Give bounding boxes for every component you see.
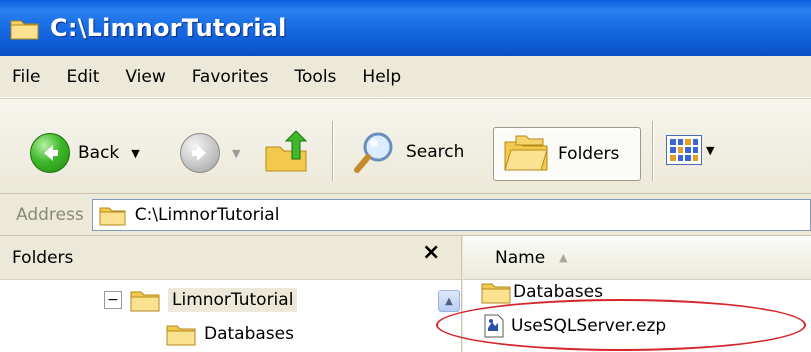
menu-tools[interactable]: Tools [295,67,337,87]
window-title: C:\LimnorTutorial [50,14,287,42]
tree-item-limnortutorial[interactable]: − LimnorTutorial [104,288,298,312]
folder-up-icon[interactable] [262,129,314,175]
search-button[interactable]: Search [352,129,464,175]
back-arrow-icon [30,133,70,173]
folder-icon [481,283,511,304]
collapse-icon[interactable]: − [104,291,122,309]
folders-label: Folders [558,144,620,164]
folders-icon [504,135,548,171]
search-magnifier-icon [354,132,393,173]
close-icon[interactable]: × [422,240,440,265]
forward-arrow-icon [180,133,220,173]
sort-ascending-icon: ▲ [559,251,568,264]
folders-pane-header: Folders × [0,236,461,280]
scroll-up-icon[interactable]: ▲ [438,290,460,312]
back-button[interactable]: Back ▼ [30,133,140,173]
address-input[interactable]: C:\LimnorTutorial [91,198,811,231]
back-dropdown-icon[interactable]: ▼ [131,147,139,160]
views-button[interactable]: ▼ [666,135,714,165]
address-label: Address [16,204,84,225]
menu-favorites[interactable]: Favorites [192,67,269,87]
folder-icon [166,325,196,346]
folder-icon [10,20,39,40]
folder-icon [99,207,126,225]
column-header-name[interactable]: Name ▲ [463,236,811,280]
menu-edit[interactable]: Edit [66,67,99,87]
menu-help[interactable]: Help [362,67,401,87]
tree-item-label: LimnorTutorial [168,288,298,312]
folders-pane-title: Folders [12,247,74,268]
views-icon [666,135,702,165]
highlight-ellipse [436,299,806,351]
folders-pane: Folders × − LimnorTutorial Databases ▲ [0,236,462,352]
menu-view[interactable]: View [125,67,165,87]
toolbar-separator [332,121,334,181]
menu-file[interactable]: File [12,67,40,87]
folder-icon [130,291,160,312]
forward-button[interactable]: ▼ [180,133,240,173]
window-titlebar[interactable]: C:\LimnorTutorial [0,0,811,56]
tree-item-databases[interactable]: Databases [166,322,294,346]
column-header-label: Name [495,247,546,268]
back-label: Back [78,143,120,163]
toolbar-separator [652,121,654,181]
address-value: C:\LimnorTutorial [134,204,280,225]
search-label: Search [406,142,465,162]
menu-bar: File Edit View Favorites Tools Help [0,56,811,98]
folders-button[interactable]: Folders [493,127,641,181]
forward-dropdown-icon[interactable]: ▼ [232,147,240,160]
views-dropdown-icon[interactable]: ▼ [706,144,714,157]
address-bar: Address C:\LimnorTutorial [0,194,811,236]
toolbar: Back ▼ ▼ Search Folders ▼ [0,98,811,194]
tree-item-label: Databases [204,324,294,344]
